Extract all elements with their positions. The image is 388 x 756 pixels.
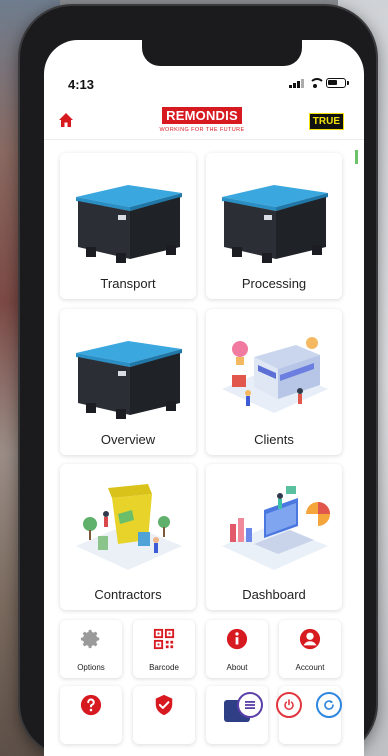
app-screen: 4:13 REMONDIS WORKING FOR THE FUTURE TRU… — [44, 40, 364, 756]
true-badge: TRUE — [308, 113, 344, 130]
button-label: Options — [77, 663, 105, 672]
store-illustration — [222, 337, 328, 413]
tile-dashboard[interactable]: Dashboard — [206, 464, 342, 610]
wifi-icon — [309, 78, 325, 88]
button-label: Barcode — [149, 663, 179, 672]
status-icons — [289, 78, 349, 88]
logo-wordmark: REMONDIS — [162, 107, 242, 124]
refresh-icon — [324, 700, 334, 710]
side-indicator — [355, 150, 358, 164]
tile-transport[interactable]: Transport — [60, 153, 196, 299]
recycling-illustration — [76, 484, 182, 570]
tile-processing[interactable]: Processing — [206, 153, 342, 299]
tile-label: Dashboard — [242, 587, 306, 602]
gear-icon — [80, 629, 100, 649]
menu-icon — [245, 701, 255, 709]
menu-fab[interactable] — [237, 692, 263, 718]
power-fab[interactable] — [276, 692, 302, 718]
home-icon[interactable] — [58, 112, 74, 128]
status-time: 4:13 — [68, 77, 95, 92]
qr-code-icon — [153, 628, 175, 650]
user-icon — [299, 628, 321, 650]
button-label: Account — [295, 663, 325, 672]
tile-contractors[interactable]: Contractors — [60, 464, 196, 610]
help-button[interactable] — [60, 686, 122, 744]
analytics-illustration — [222, 486, 330, 570]
tile-overview[interactable]: Overview — [60, 309, 196, 455]
app-header: REMONDIS WORKING FOR THE FUTURE TRUE — [44, 104, 364, 140]
tile-label: Transport — [100, 276, 156, 291]
tile-label: Processing — [241, 276, 307, 291]
options-button[interactable]: Options — [60, 620, 122, 678]
logo-tagline: WORKING FOR THE FUTURE — [159, 127, 245, 133]
info-icon — [226, 628, 248, 650]
crate-image — [222, 185, 328, 263]
tile-label: Contractors — [94, 587, 162, 602]
tile-clients[interactable]: Clients — [206, 309, 342, 455]
power-icon — [284, 699, 294, 711]
security-button[interactable] — [133, 686, 195, 744]
tile-label: Overview — [100, 432, 156, 447]
about-button[interactable]: About — [206, 620, 268, 678]
refresh-fab[interactable] — [316, 692, 342, 718]
tile-label: Clients — [254, 432, 294, 447]
crate-image — [76, 341, 182, 419]
help-icon — [80, 694, 102, 716]
account-button[interactable]: Account — [279, 620, 341, 678]
crate-image — [76, 185, 182, 263]
signal-icon — [289, 78, 304, 88]
brand-logo: REMONDIS WORKING FOR THE FUTURE — [157, 107, 247, 133]
battery-icon — [326, 78, 349, 88]
shield-check-icon — [155, 694, 173, 716]
button-label: About — [226, 663, 248, 672]
barcode-button[interactable]: Barcode — [133, 620, 195, 678]
phone-notch — [142, 40, 302, 66]
